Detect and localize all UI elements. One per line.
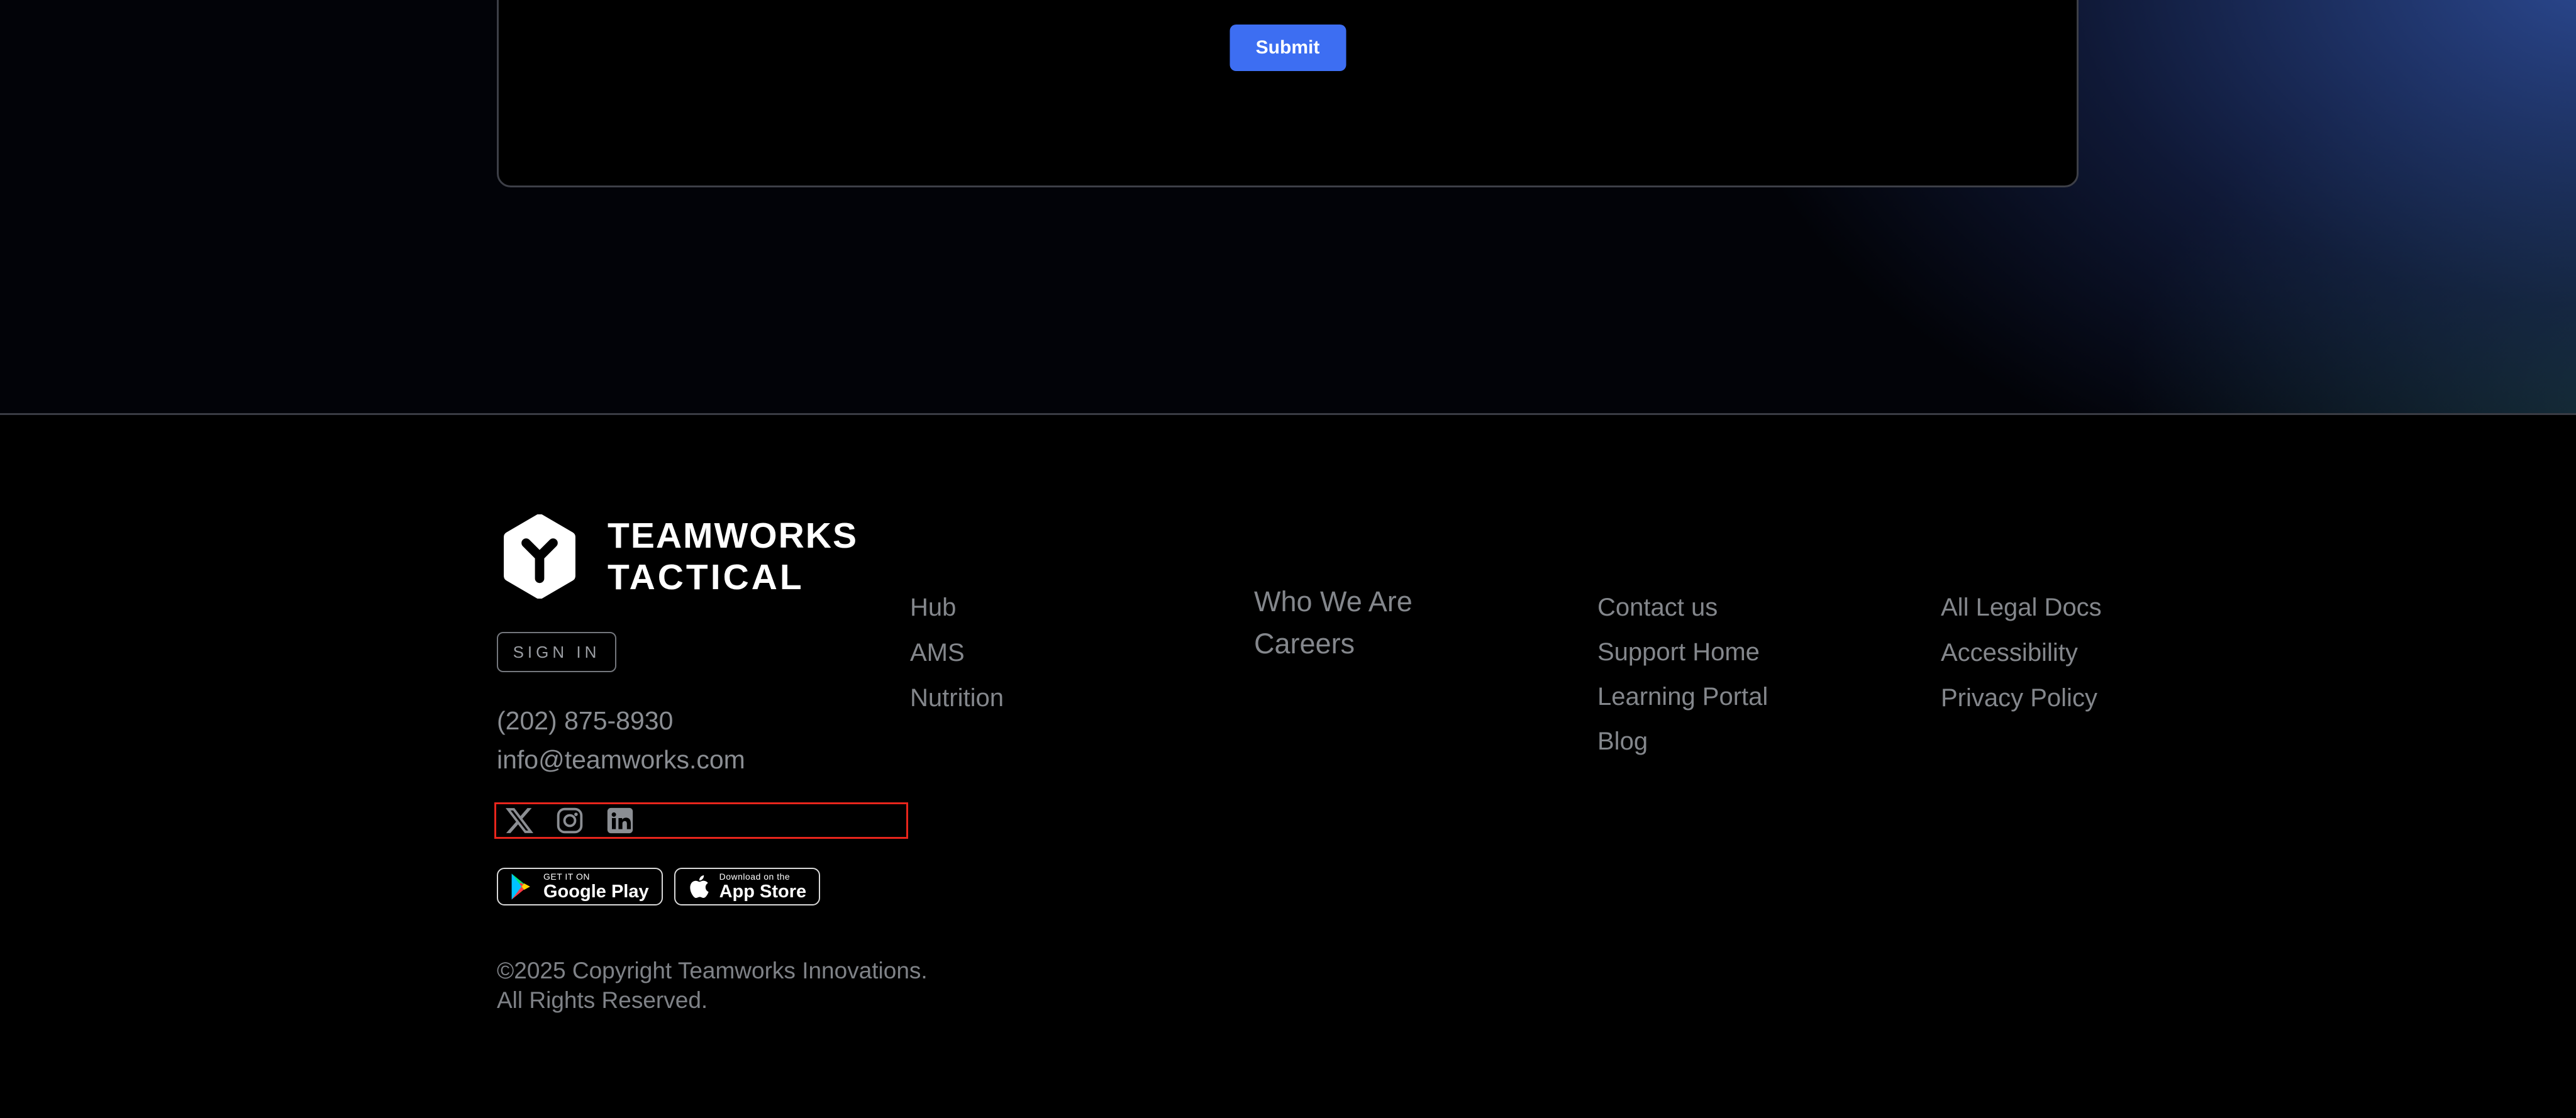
google-play-icon xyxy=(511,873,530,900)
brand-wordmark: TEAMWORKS TACTICAL xyxy=(608,515,858,598)
footer-nav-company: Who We Are Careers xyxy=(1254,585,1413,660)
footer-nav-legal: All Legal Docs Accessibility Privacy Pol… xyxy=(1941,593,2102,712)
nav-link-accessibility[interactable]: Accessibility xyxy=(1941,638,2102,667)
email-link[interactable]: info@teamworks.com xyxy=(497,744,745,775)
brand-name-line1: TEAMWORKS xyxy=(608,516,858,556)
nav-link-contact-us[interactable]: Contact us xyxy=(1597,593,1768,622)
instagram-icon xyxy=(557,807,583,834)
submit-button[interactable]: Submit xyxy=(1230,25,1346,71)
contact-form-card: Submit xyxy=(497,0,2079,187)
x-icon xyxy=(506,808,533,833)
app-store-badge[interactable]: Download on the App Store xyxy=(674,868,821,905)
nav-link-careers[interactable]: Careers xyxy=(1254,628,1413,660)
nav-link-blog[interactable]: Blog xyxy=(1597,727,1768,756)
nav-link-who-we-are[interactable]: Who We Are xyxy=(1254,585,1413,618)
google-play-tagline: GET IT ON xyxy=(543,872,590,882)
nav-link-nutrition[interactable]: Nutrition xyxy=(910,684,1004,712)
social-link-instagram[interactable] xyxy=(555,806,584,835)
social-link-x[interactable] xyxy=(505,806,534,835)
sign-in-button[interactable]: SIGN IN xyxy=(497,632,616,672)
footer-nav-products: Hub AMS Nutrition xyxy=(910,593,1004,712)
nav-link-ams[interactable]: AMS xyxy=(910,638,1004,667)
copyright-line1: ©2025 Copyright Teamworks Innovations. xyxy=(497,958,928,983)
brand-name-line2: TACTICAL xyxy=(608,557,804,597)
google-play-badge[interactable]: GET IT ON Google Play xyxy=(497,868,663,905)
google-play-store-name: Google Play xyxy=(543,882,649,902)
nav-link-learning-portal[interactable]: Learning Portal xyxy=(1597,682,1768,711)
linkedin-icon xyxy=(607,807,633,834)
social-icons-highlight-box xyxy=(494,802,908,839)
app-store-badges: GET IT ON Google Play Download on the Ap… xyxy=(497,868,821,905)
social-link-linkedin[interactable] xyxy=(606,806,635,835)
brand: TEAMWORKS TACTICAL xyxy=(497,514,858,599)
apple-icon xyxy=(689,875,709,899)
hero-section: Submit xyxy=(0,0,2576,415)
footer-nav-support: Contact us Support Home Learning Portal … xyxy=(1597,593,1768,756)
teamworks-hex-logo-icon xyxy=(504,514,575,599)
nav-link-hub[interactable]: Hub xyxy=(910,593,1004,622)
copyright-line2: All Rights Reserved. xyxy=(497,987,708,1013)
nav-link-privacy-policy[interactable]: Privacy Policy xyxy=(1941,684,2102,712)
app-store-tagline: Download on the xyxy=(719,872,791,882)
nav-link-all-legal-docs[interactable]: All Legal Docs xyxy=(1941,593,2102,622)
phone-link[interactable]: (202) 875-8930 xyxy=(497,706,673,736)
app-store-store-name: App Store xyxy=(719,882,807,902)
nav-link-support-home[interactable]: Support Home xyxy=(1597,638,1768,667)
copyright: ©2025 Copyright Teamworks Innovations. A… xyxy=(497,956,928,1015)
footer: TEAMWORKS TACTICAL SIGN IN (202) 875-893… xyxy=(0,415,2576,1116)
